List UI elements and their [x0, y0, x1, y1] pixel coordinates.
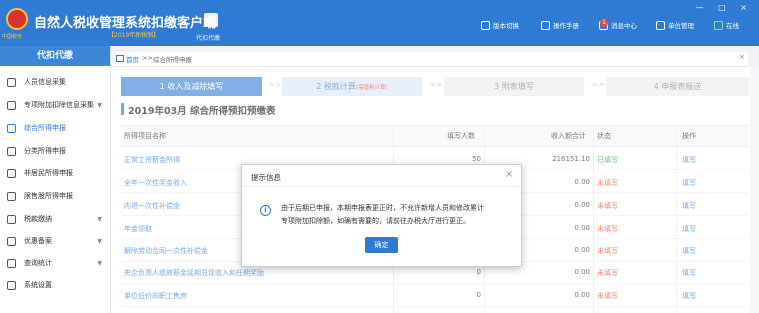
close-icon[interactable]: × [505, 169, 513, 180]
search-icon [7, 258, 16, 268]
confirm-button[interactable]: 确定 [365, 237, 398, 253]
manual-button[interactable]: 操作手册 [541, 19, 579, 31]
unit-manage-button[interactable]: 单位管理 [656, 19, 694, 31]
app-title: 自然人税收管理系统扣缴客户端 [34, 16, 217, 31]
sidebar-item-preferential-filing[interactable]: 优惠备案 ▼ [0, 230, 110, 252]
sidebar-item-label: 专项附加扣除信息采集 [24, 101, 94, 109]
message-center-label: 消息中心 [611, 22, 637, 30]
sidebar-item-nonresident-income[interactable]: 非居民所得申报 [0, 162, 110, 184]
breadcrumb-home-link[interactable]: 首页 [126, 54, 139, 64]
sidebar-item-query-stats[interactable]: 查询统计 ▼ [0, 252, 110, 274]
manual-icon [541, 20, 550, 30]
dialog-message-line-1: 由于后期已申报，本期申报表更正时，不允许新增人员和修改累计 [281, 204, 484, 212]
sidebar-item-label: 人员信息采集 [24, 78, 66, 86]
chevron-down-icon: ▼ [97, 215, 102, 223]
doc-label[interactable]: 代扣代缴 [196, 33, 220, 42]
window-controls[interactable]: — □ × [696, 3, 753, 12]
chevron-down-icon: ▼ [97, 259, 102, 267]
sidebar-item-restricted-shares[interactable]: 限售股所得申报 [0, 185, 110, 207]
breadcrumb-separator: >> [142, 54, 153, 62]
list-icon [7, 100, 16, 110]
version-label: 【2019年新税制】 [108, 32, 160, 39]
building-icon [656, 20, 665, 30]
sidebar-item-label: 非居民所得申报 [24, 169, 73, 177]
tax-emblem-icon [6, 8, 28, 30]
document-icon[interactable] [204, 13, 218, 27]
sidebar-item-system-settings[interactable]: 系统设置 [0, 274, 110, 296]
dialog-message-line-2: 专项附加扣除额，如确有需要的，请前往办税大厅进行更正。 [281, 217, 470, 225]
manual-label: 操作手册 [553, 22, 579, 30]
sidebar-item-classified-income[interactable]: 分类所得申报 [0, 140, 110, 162]
person-icon [7, 146, 16, 156]
sidebar-item-label: 查询统计 [24, 259, 52, 267]
sidebar-item-special-deduction[interactable]: 专项附加扣除信息采集 ▼ [0, 94, 110, 116]
online-label: 在线 [726, 22, 739, 30]
logo-caption: 中国税务 [2, 34, 23, 40]
dialog-divider [242, 186, 519, 187]
sidebar-item-label: 分类所得申报 [24, 147, 66, 155]
online-icon [714, 20, 723, 30]
sidebar-item-person-info[interactable]: 人员信息采集 [0, 71, 110, 93]
gift-icon [7, 236, 16, 246]
sidebar-item-label: 限售股所得申报 [24, 192, 73, 200]
version-switch-label: 版本切换 [493, 22, 519, 30]
tax-icon [7, 214, 16, 224]
version-switch-button[interactable]: 版本切换 [481, 19, 519, 31]
unit-manage-label: 单位管理 [668, 22, 694, 30]
online-status-button[interactable]: 在线 [714, 19, 739, 31]
gear-icon [7, 280, 16, 290]
chevron-down-icon: ▼ [97, 237, 102, 245]
sidebar-item-label: 优惠备案 [24, 237, 52, 245]
breadcrumb-current: 综合所得申报 [153, 56, 192, 64]
home-icon[interactable] [116, 55, 124, 62]
sidebar-item-label: 综合所得申报 [24, 124, 66, 132]
message-badge: 1 [600, 19, 608, 27]
breadcrumb [111, 52, 748, 67]
layers-icon [7, 123, 16, 133]
info-icon: i [260, 205, 271, 216]
close-tab-icon[interactable]: × [739, 53, 745, 61]
switch-icon [481, 20, 490, 30]
dialog-title: 提示信息 [251, 173, 281, 182]
sidebar-item-label: 系统设置 [24, 281, 52, 289]
chevron-down-icon: ▼ [97, 101, 102, 109]
person-icon [7, 77, 16, 87]
sidebar-item-tax-payment[interactable]: 税款缴纳 ▼ [0, 208, 110, 230]
sidebar-item-label: 税款缴纳 [24, 215, 52, 223]
sidebar-item-comprehensive-income[interactable]: 综合所得申报 [0, 117, 110, 139]
sidebar-title: 代扣代缴 [0, 46, 110, 66]
person-icon [7, 168, 16, 178]
stock-icon [7, 191, 16, 201]
